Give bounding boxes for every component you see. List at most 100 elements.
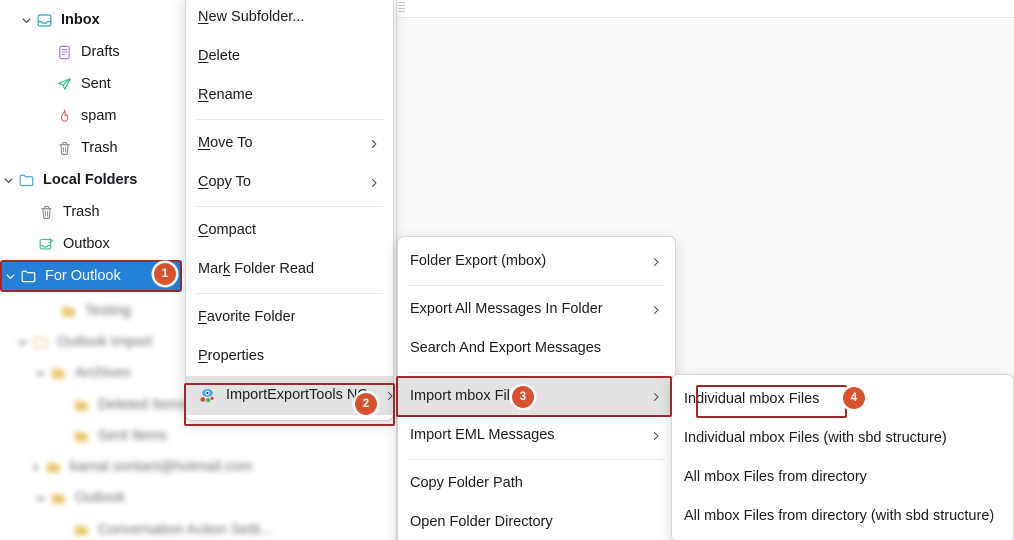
sidebar-item-label: Outbox bbox=[63, 235, 110, 252]
iet-menu-item-open-folder-directory[interactable]: Open Folder Directory bbox=[398, 503, 675, 540]
iet-menu-item-search-and-export-messages[interactable]: Search And Export Messages bbox=[398, 329, 675, 368]
sidebar-item-archives[interactable]: Archives bbox=[32, 358, 131, 388]
iet-menu-item-label: Export All Messages In Folder bbox=[410, 301, 603, 318]
chevron-right-icon bbox=[649, 303, 663, 317]
chevron-down-icon[interactable] bbox=[18, 12, 34, 28]
step-badge-4: 4 bbox=[843, 387, 865, 409]
folder-menu-item-properties[interactable]: Properties bbox=[186, 337, 393, 376]
sidebar-item-conversation-action-setti[interactable]: Conversation Action Setti... bbox=[55, 515, 272, 540]
sidebar-item-label: Sent Items bbox=[98, 427, 168, 444]
sidebar-item-label: Testing bbox=[85, 302, 131, 319]
chevron-right-icon bbox=[649, 429, 663, 443]
iet-menu-item-label: Search And Export Messages bbox=[410, 340, 602, 357]
message-list-toolbar bbox=[396, 0, 1014, 18]
mbox-menu-item-all-mbox-files-from-directory[interactable]: All mbox Files from directory bbox=[672, 458, 1013, 497]
sidebar-item-sent-items[interactable]: Sent Items bbox=[55, 421, 167, 451]
folder-menu-item-label: Mark Folder Read bbox=[198, 261, 315, 278]
sidebar-item-label: Trash bbox=[81, 139, 118, 156]
chevron-down-icon[interactable] bbox=[14, 334, 30, 350]
folder-menu-item-copy-to[interactable]: Copy To bbox=[186, 163, 393, 202]
folder-yellow-outline-icon bbox=[30, 333, 50, 351]
sidebar-item-trash[interactable]: Trash bbox=[20, 197, 100, 227]
chevron-right-icon[interactable] bbox=[27, 459, 43, 475]
mbox-menu-item-label: Individual mbox Files bbox=[684, 391, 820, 408]
sidebar-item-sent[interactable]: Sent bbox=[38, 69, 111, 99]
chevron-right-icon bbox=[367, 176, 381, 190]
sidebar-item-outlook-import[interactable]: Outlook Import bbox=[14, 327, 152, 357]
chevron-down-icon[interactable] bbox=[0, 172, 16, 188]
sidebar-item-spam[interactable]: spam bbox=[38, 101, 116, 131]
folder-yellow-icon bbox=[43, 458, 63, 476]
folder-yellow-icon bbox=[48, 489, 68, 507]
sidebar-item-label: Outlook Import bbox=[57, 333, 153, 350]
chevron-right-icon bbox=[383, 389, 397, 403]
folder-menu-item-label: Rename bbox=[198, 87, 253, 104]
sidebar-item-label: Conversation Action Setti... bbox=[98, 521, 273, 538]
folder-blue-icon bbox=[16, 171, 36, 189]
folder-menu-item-label: Compact bbox=[198, 222, 257, 239]
sidebar-item-drafts[interactable]: Drafts bbox=[38, 37, 120, 67]
importexporttools-submenu[interactable]: Folder Export (mbox) Export All Messages … bbox=[397, 236, 676, 540]
sidebar-item-deleted-items[interactable]: Deleted Items bbox=[55, 390, 187, 420]
sidebar-item-local-folders[interactable]: Local Folders bbox=[0, 165, 137, 195]
chevron-down-icon[interactable] bbox=[32, 365, 48, 381]
folder-menu-item-rename[interactable]: Rename bbox=[186, 76, 393, 115]
step-badge-2: 2 bbox=[355, 393, 377, 415]
folder-yellow-icon bbox=[58, 302, 78, 320]
sidebar-item-label: kamal.sontani@hotmail.com bbox=[70, 458, 253, 475]
step-badge-3: 3 bbox=[512, 386, 534, 408]
splitter-grip-icon[interactable] bbox=[398, 2, 405, 13]
chevron-right-icon bbox=[649, 390, 663, 404]
iet-menu-item-import-eml-messages[interactable]: Import EML Messages bbox=[398, 416, 675, 455]
folder-menu-item-label: Properties bbox=[198, 348, 265, 365]
mbox-menu-item-individual-mbox-files-with-sbd-structure[interactable]: Individual mbox Files (with sbd structur… bbox=[672, 419, 1013, 458]
chevron-down-icon[interactable] bbox=[2, 268, 18, 284]
folder-menu-item-favorite-folder[interactable]: Favorite Folder bbox=[186, 298, 393, 337]
chevron-right-icon bbox=[367, 137, 381, 151]
mbox-menu-item-label: Individual mbox Files (with sbd structur… bbox=[684, 430, 947, 447]
folder-yellow-icon bbox=[48, 364, 68, 382]
folder-menu-separator bbox=[196, 206, 383, 207]
mbox-menu-item-label: All mbox Files from directory bbox=[684, 469, 867, 486]
chevron-down-icon[interactable] bbox=[32, 490, 48, 506]
iet-menu-item-label: Folder Export (mbox) bbox=[410, 253, 547, 270]
iet-menu-item-import-mbox-files[interactable]: Import mbox Files bbox=[398, 377, 675, 416]
mbox-menu-item-all-mbox-files-from-directory-with-sbd-structure[interactable]: All mbox Files from directory (with sbd … bbox=[672, 497, 1013, 536]
folder-menu-item-compact[interactable]: Compact bbox=[186, 211, 393, 250]
sidebar-item-trash[interactable]: Trash bbox=[38, 133, 118, 163]
sidebar-item-outlook[interactable]: Outlook bbox=[32, 483, 125, 513]
sidebar-item-outbox[interactable]: Outbox bbox=[20, 229, 110, 259]
folder-context-menu[interactable]: New Subfolder... Delete Rename Move To Copy … bbox=[185, 0, 394, 421]
folder-menu-item-mark-folder-read[interactable]: Mark Folder Read bbox=[186, 250, 393, 289]
trash-icon bbox=[36, 203, 56, 221]
sidebar-item-inbox[interactable]: Inbox bbox=[18, 5, 100, 35]
folder-menu-item-label: Move To bbox=[198, 135, 253, 152]
folder-menu-item-label: ImportExportTools NG bbox=[226, 387, 369, 404]
inbox-icon bbox=[34, 11, 54, 29]
folder-yellow-icon bbox=[71, 427, 91, 445]
folder-menu-item-label: New Subfolder... bbox=[198, 9, 305, 26]
sidebar-item-kamal-sontani-hotmail-com[interactable]: kamal.sontani@hotmail.com bbox=[27, 452, 252, 482]
sidebar-item-label: spam bbox=[81, 107, 117, 124]
sent-icon bbox=[54, 75, 74, 93]
folder-menu-item-new-subfolder[interactable]: New Subfolder... bbox=[186, 0, 393, 37]
iet-menu-item-copy-folder-path[interactable]: Copy Folder Path bbox=[398, 464, 675, 503]
iet-menu-item-folder-export-mbox[interactable]: Folder Export (mbox) bbox=[398, 242, 675, 281]
iet-menu-separator bbox=[408, 285, 665, 286]
folder-menu-item-delete[interactable]: Delete bbox=[186, 37, 393, 76]
folder-yellow-icon bbox=[71, 396, 91, 414]
drafts-icon bbox=[54, 43, 74, 61]
folder-menu-separator bbox=[196, 119, 383, 120]
sidebar-item-label: Trash bbox=[63, 203, 100, 220]
folder-menu-item-move-to[interactable]: Move To bbox=[186, 124, 393, 163]
iet-menu-item-export-all-messages-in-folder[interactable]: Export All Messages In Folder bbox=[398, 290, 675, 329]
sidebar-item-label: Outlook bbox=[75, 489, 125, 506]
sidebar-item-testing[interactable]: Testing bbox=[42, 296, 131, 326]
sidebar-item-label: Archives bbox=[75, 364, 131, 381]
